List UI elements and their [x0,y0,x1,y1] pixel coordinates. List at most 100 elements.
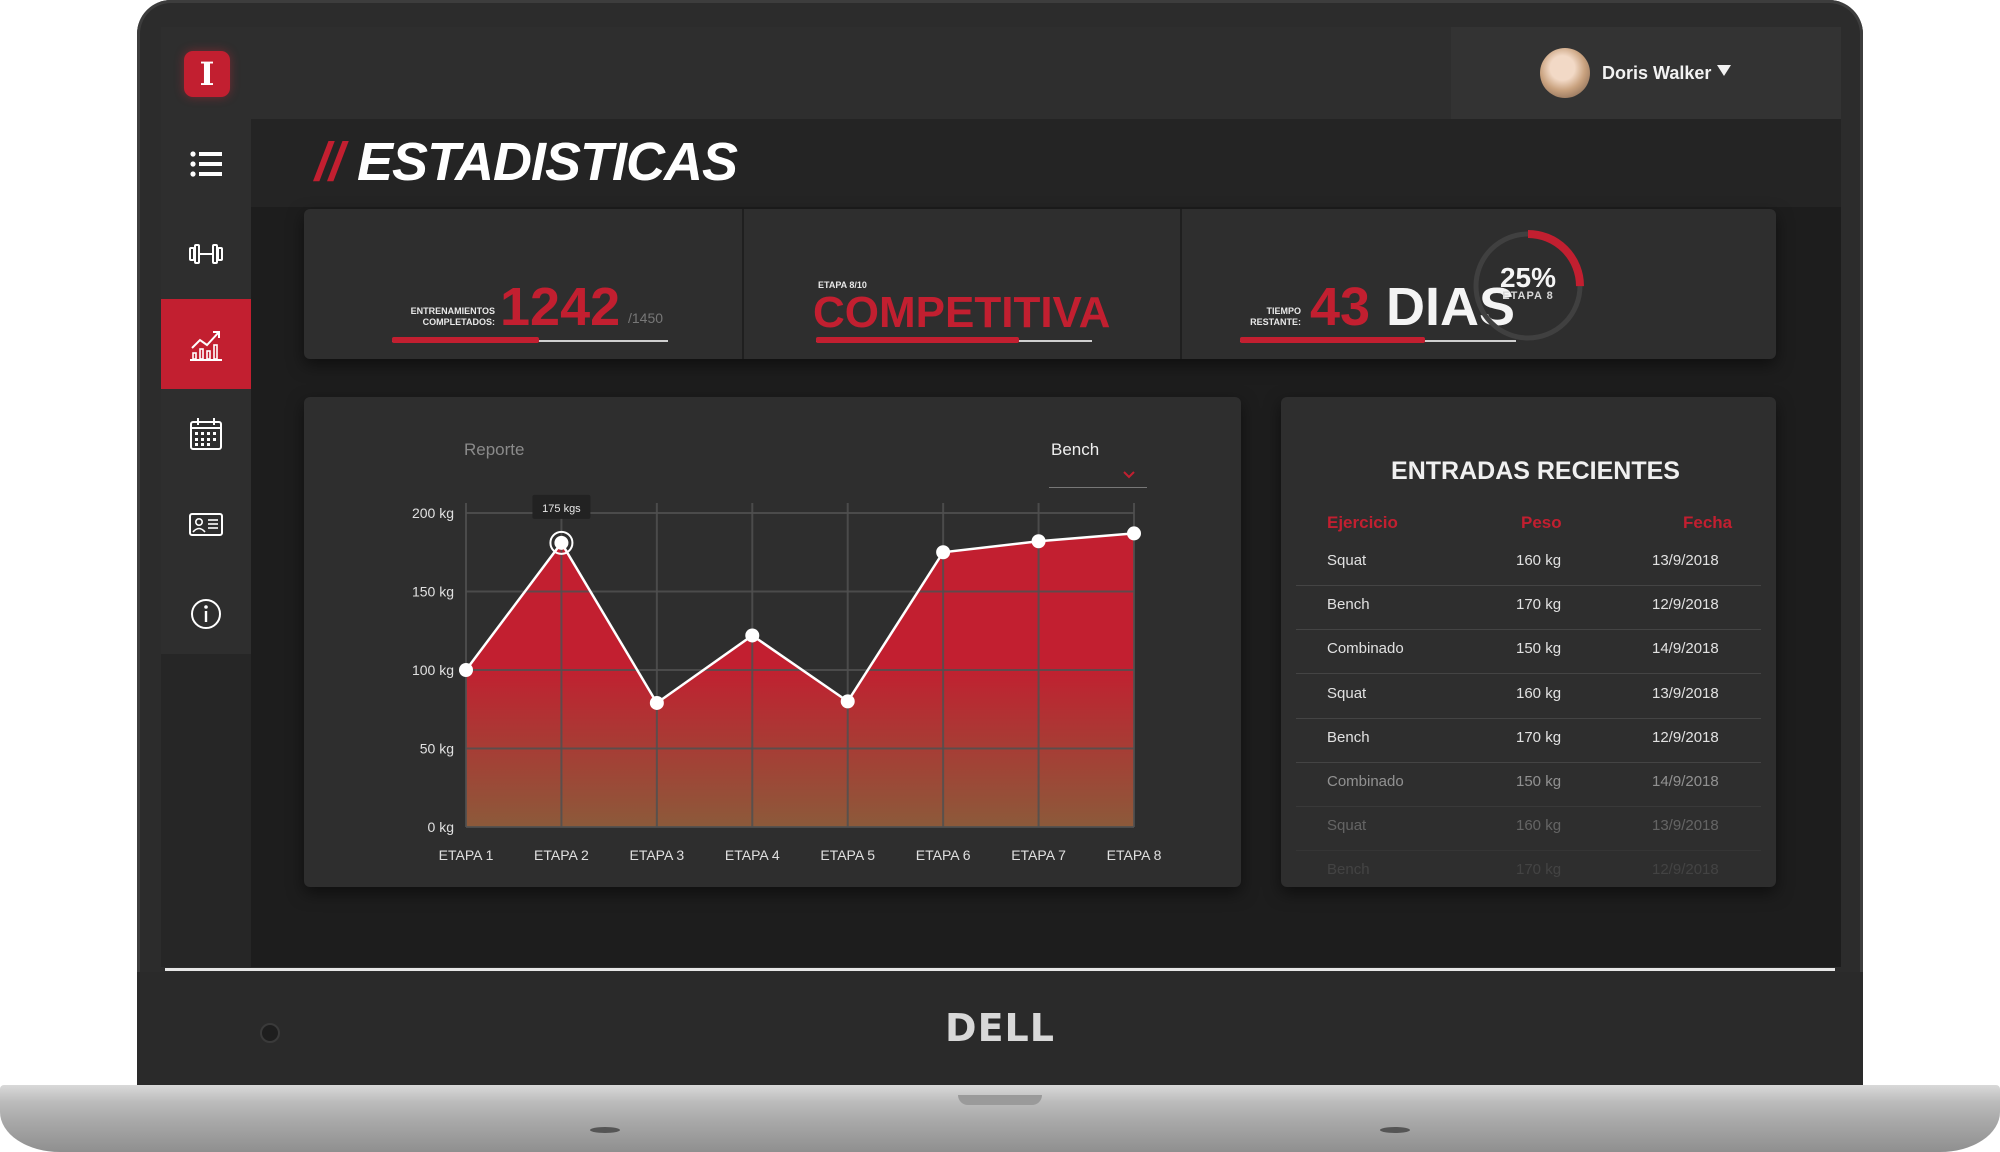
chart-tooltip-text: 175 kgs [542,503,581,515]
x-tick-label: ETAPA 3 [629,847,684,863]
entry-date: 13/9/2018 [1652,684,1719,702]
entries-header-date: Fecha [1683,513,1733,532]
stage-value: COMPETITIVA [813,288,1111,337]
app-logo[interactable]: I [184,51,230,97]
workouts-label: ENTRENAMIENTOS COMPLETADOS: [380,306,495,328]
workouts-total: /1450 [628,310,664,326]
entry-weight: 170 kg [1516,728,1562,746]
x-tick-label: ETAPA 4 [725,847,780,863]
y-tick-label: 50 kg [420,741,454,757]
workouts-progress-fill [392,337,540,343]
entry-weight: 150 kg [1516,640,1562,658]
y-tick-label: 0 kg [428,819,454,835]
sidebar-empty-area [161,654,251,967]
entry-separator [1296,850,1761,852]
stage-progress-fill [816,337,1020,343]
laptop-notch [958,1095,1042,1105]
entry-exercise: Squat [1327,684,1367,702]
bezel-divider [165,968,1835,971]
entry-exercise: Bench [1327,728,1370,746]
entry-date: 14/9/2018 [1652,773,1719,790]
chart-icon [190,331,222,361]
time-label-line1: TIEMPO [1266,306,1301,316]
title-text: ESTADISTICAS [357,132,738,192]
y-tick-label: 100 kg [412,662,454,678]
menu-icon [190,151,222,177]
entry-weight: 160 kg [1516,552,1562,569]
entries-header-exercise: Ejercicio [1327,513,1398,532]
x-tick-label: ETAPA 1 [439,847,494,863]
entry-separator [1296,761,1761,763]
weight-area-chart: 0 kg 50 kg 100 kg 150 kg 200 kg ETAPA 1 ETAPA … [412,494,1162,863]
entry-date: 12/9/2018 [1652,861,1719,879]
page-title: // ESTADISTICAS [315,131,738,193]
x-tick-label: ETAPA 8 [1107,847,1162,863]
entry-exercise: Combinado [1327,773,1404,790]
sidebar-item-profile[interactable] [161,479,251,569]
entry-exercise: Squat [1327,552,1367,569]
entry-weight: 170 kg [1516,861,1562,879]
logo-letter: I [199,55,215,93]
data-point [936,545,951,560]
data-point [459,663,473,677]
sidebar-item-workouts[interactable] [161,209,251,299]
laptop-foot [1380,1127,1410,1133]
sidebar-item-stats[interactable] [161,299,251,389]
chart-area [466,533,1134,827]
entry-exercise: Combinado [1327,640,1404,658]
dumbbell-icon [189,244,223,264]
entry-date: 12/9/2018 [1652,596,1719,614]
stat-divider [1180,209,1182,359]
entry-separator [1296,629,1761,631]
laptop-foot [590,1127,620,1133]
entry-separator [1296,717,1761,719]
time-value: 43 [1310,277,1371,337]
sidebar-item-menu[interactable] [161,119,251,209]
x-tick-label: ETAPA 5 [820,847,875,863]
workouts-value: 1242 [500,277,621,337]
title-slash: // [315,132,344,192]
y-tick-label: 150 kg [412,584,454,600]
entry-exercise: Squat [1327,817,1367,835]
data-point [1031,534,1046,549]
entry-date: 13/9/2018 [1652,817,1719,835]
laptop-brand-logo: DELL [945,1006,1055,1050]
data-point [745,628,760,643]
info-icon [191,599,221,629]
entries-header-weight: Peso [1521,513,1562,532]
data-point [1127,526,1141,541]
entry-weight: 160 kg [1516,817,1562,835]
chevron-down-icon[interactable] [1717,65,1731,76]
workouts-label-line1: ENTRENAMIENTOS [410,306,495,316]
entry-date: 12/9/2018 [1652,728,1719,746]
calendar-icon [190,418,222,450]
time-label: TIEMPO RESTANTE: [1205,306,1301,328]
x-tick-label: ETAPA 6 [916,847,971,863]
workouts-label-line2: COMPLETADOS: [422,317,495,327]
entry-date: 13/9/2018 [1652,552,1719,569]
entry-separator [1296,673,1761,675]
entries-title: ENTRADAS RECIENTES [1391,457,1680,485]
sidebar-item-calendar[interactable] [161,389,251,479]
user-name[interactable]: Doris Walker [1602,63,1711,84]
entry-weight: 160 kg [1516,684,1562,702]
x-tick-label: ETAPA 2 [534,847,589,863]
sidebar-item-info[interactable] [161,569,251,659]
entry-exercise: Bench [1327,861,1370,879]
data-point [840,694,855,709]
sidebar [161,119,251,967]
data-point [649,695,664,710]
avatar[interactable] [1540,48,1590,98]
entry-separator [1296,806,1761,807]
y-tick-label: 200 kg [412,505,454,521]
x-tick-label: ETAPA 7 [1011,847,1066,863]
entry-weight: 150 kg [1516,773,1562,790]
ring-sublabel: ETAPA 8 [1502,290,1554,302]
entry-exercise: Bench [1327,596,1370,614]
time-progress-fill [1240,337,1425,343]
id-card-icon [189,513,223,536]
webcam [260,1023,280,1043]
entry-date: 14/9/2018 [1652,640,1719,658]
entry-weight: 170 kg [1516,596,1562,614]
data-point [554,535,569,550]
